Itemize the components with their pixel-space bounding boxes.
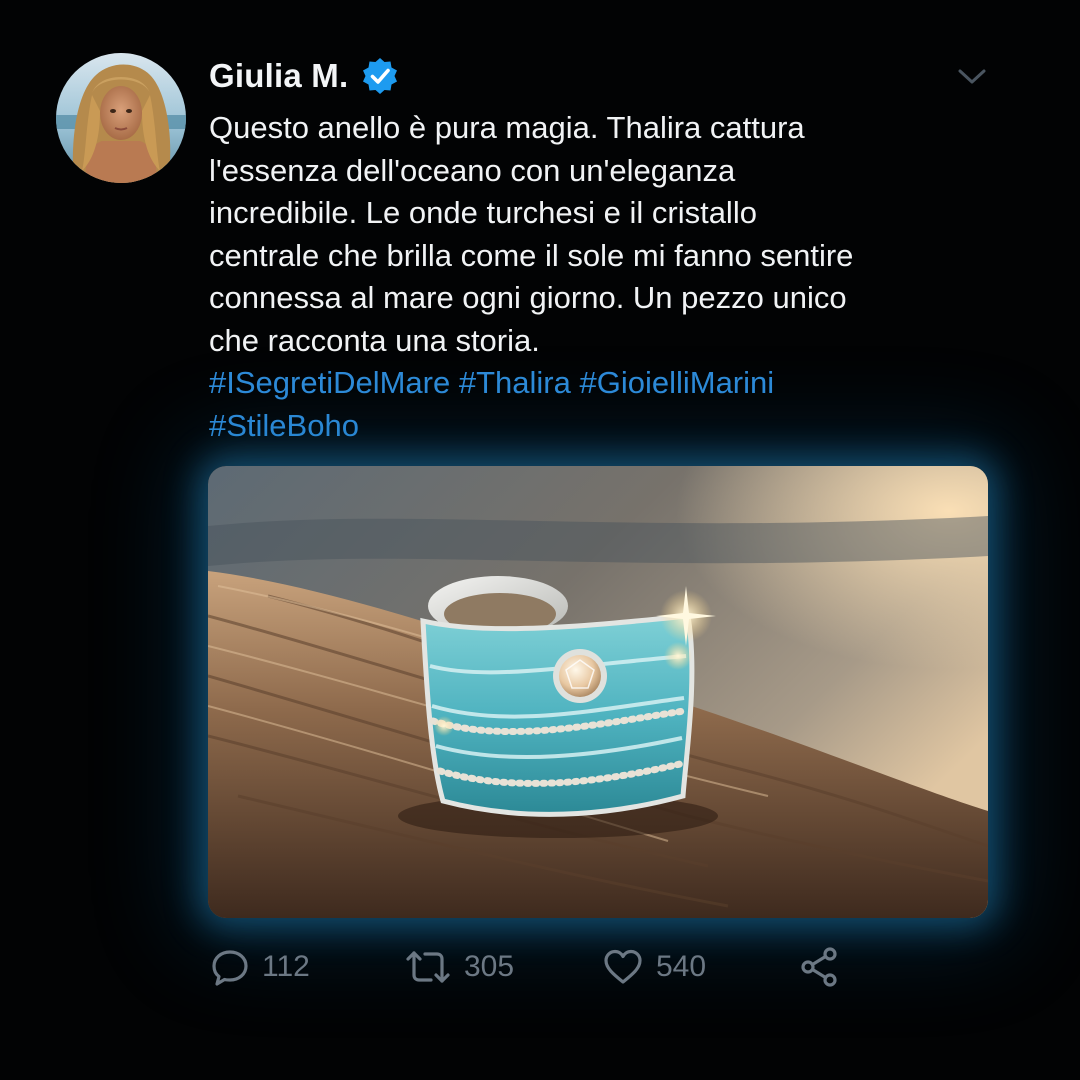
hashtag-link[interactable]: #ISegretiDelMare — [209, 365, 450, 400]
retweet-count: 305 — [464, 950, 515, 983]
post-text: Questo anello è pura magia. Thalira catt… — [209, 107, 1009, 362]
retweet-button[interactable]: 305 — [404, 942, 514, 992]
hashtag-link[interactable]: #Thalira — [459, 365, 571, 400]
hashtag-link[interactable]: #GioielliMarini — [579, 365, 774, 400]
post-image[interactable] — [208, 466, 988, 918]
post-text-line: Questo anello è pura magia. Thalira catt… — [209, 110, 805, 145]
post-text-line: l'essenza dell'oceano con un'eleganza — [209, 152, 736, 188]
post-text-line: centrale che brilla come il sole mi fann… — [209, 237, 854, 273]
hashtag-link[interactable]: #StileBoho — [209, 408, 359, 443]
reply-count: 112 — [262, 950, 310, 983]
share-button[interactable] — [798, 942, 842, 992]
post-text-line: connessa al mare ogni giorno. Un pezzo u… — [209, 280, 847, 315]
author-header: Giulia M. — [209, 53, 400, 99]
avatar[interactable] — [56, 53, 186, 183]
share-icon — [801, 947, 837, 987]
retweet-icon — [406, 951, 450, 983]
like-count: 540 — [656, 950, 707, 983]
ring-photo — [208, 466, 988, 918]
verified-badge-icon — [363, 58, 398, 94]
post-text-line: incredibile. Le onde turchesi e il crist… — [209, 195, 757, 230]
reply-button[interactable]: 112 — [210, 942, 310, 992]
chevron-down-icon — [958, 69, 986, 84]
avatar-image — [56, 53, 186, 183]
like-button[interactable]: 540 — [602, 942, 706, 992]
more-options-button[interactable] — [955, 62, 989, 92]
author-name[interactable]: Giulia M. — [209, 57, 348, 95]
post-text-line: che racconta una storia. — [209, 322, 540, 358]
reply-icon — [212, 950, 248, 986]
heart-icon — [604, 949, 642, 984]
hashtag-list: #ISegretiDelMare #Thalira #GioielliMarin… — [209, 362, 1029, 447]
